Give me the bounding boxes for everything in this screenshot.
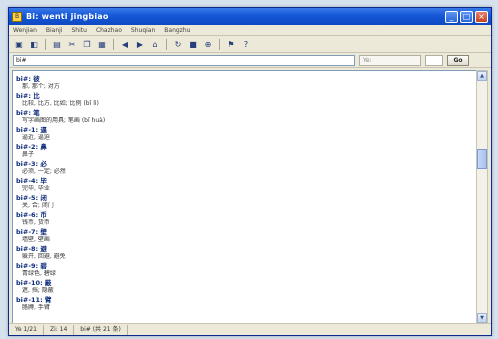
entry-title: bi#-8: 避: [16, 245, 47, 253]
refresh-icon[interactable]: ↻: [172, 38, 184, 50]
list-item[interactable]: bi#-4: 毕完毕, 毕业: [16, 177, 475, 193]
entry-body: 必须, 一定; 必然: [22, 168, 66, 175]
zoom-icon[interactable]: ⊕: [202, 38, 214, 50]
list-item[interactable]: bi#-1: 逼逼近, 逼迫: [16, 126, 475, 142]
dictionary-content: bi#: 彼那, 那个; 对方 bi#: 比比较, 比方, 比如; 比例 (bǐ…: [12, 70, 479, 324]
list-item[interactable]: bi#: 比比较, 比方, 比如; 比例 (bǐ lì): [16, 92, 475, 108]
entry-title: bi#: 彼: [16, 75, 40, 83]
status-page: Ye 1/21: [9, 324, 44, 335]
list-item[interactable]: bi#-3: 必必须, 一定; 必然: [16, 160, 475, 176]
entry-title: bi#-1: 逼: [16, 126, 47, 134]
menu-view[interactable]: Shitu: [72, 27, 87, 34]
maximize-button[interactable]: □: [460, 10, 473, 23]
entry-body: 比较, 比方, 比如; 比例 (bǐ lì): [22, 100, 99, 107]
list-item[interactable]: bi#-11: 臂胳膊, 手臂: [16, 296, 475, 312]
page-select[interactable]: Ye:: [359, 54, 421, 66]
stop-icon[interactable]: ■: [187, 38, 199, 50]
search-input[interactable]: [13, 54, 355, 66]
list-item[interactable]: bi#-2: 鼻鼻子: [16, 143, 475, 159]
toolbar-separator: [166, 38, 167, 50]
entry-title: bi#-3: 必: [16, 160, 47, 168]
entry-body: 青绿色, 碧绿: [22, 270, 56, 277]
menu-search[interactable]: Chazhao: [96, 27, 122, 34]
save-icon[interactable]: ◧: [28, 38, 40, 50]
entry-title: bi#-7: 壁: [16, 228, 47, 236]
entry-title: bi#-2: 鼻: [16, 143, 47, 151]
status-query: bi# (共 21 条): [74, 324, 128, 335]
entry-title: bi#-4: 毕: [16, 177, 47, 185]
list-item[interactable]: bi#-5: 闭关, 合; 闭门: [16, 194, 475, 210]
menu-file[interactable]: Wenjian: [13, 27, 37, 34]
entry-body: 完毕, 毕业: [22, 185, 50, 192]
list-item[interactable]: bi#-8: 避躲开, 回避, 避免: [16, 245, 475, 261]
entry-body: 那, 那个; 对方: [22, 83, 60, 90]
list-item[interactable]: bi#-9: 碧青绿色, 碧绿: [16, 262, 475, 278]
home-icon[interactable]: ⌂: [149, 38, 161, 50]
status-bar: Ye 1/21 Zi: 14 bi# (共 21 条): [9, 323, 491, 335]
entry-body: 逼近, 逼迫: [22, 134, 50, 141]
menu-help[interactable]: Bangzhu: [164, 27, 190, 34]
close-button[interactable]: ×: [475, 10, 488, 23]
list-item[interactable]: bi#-6: 币钱币, 货币: [16, 211, 475, 227]
list-item[interactable]: bi#: 彼那, 那个; 对方: [16, 75, 475, 91]
menu-bookmarks[interactable]: Shuqian: [131, 27, 155, 34]
entry-body: 写字画图的用具; 笔画 (bǐ huà): [22, 117, 106, 124]
bookmark-icon[interactable]: ⚑: [225, 38, 237, 50]
toolbar-separator: [113, 38, 114, 50]
entry-title: bi#: 比: [16, 92, 40, 100]
entry-title: bi#-5: 闭: [16, 194, 47, 202]
menu-edit[interactable]: Bianji: [46, 27, 63, 34]
window-title: Bi: wenti jingbiao: [26, 12, 109, 21]
minimize-button[interactable]: _: [445, 10, 458, 23]
back-icon[interactable]: ◀: [119, 38, 131, 50]
app-icon: B: [12, 11, 22, 22]
entry-title: bi#-11: 臂: [16, 296, 52, 304]
entry-title: bi#-6: 币: [16, 211, 47, 219]
cut-icon[interactable]: ✂: [66, 38, 78, 50]
entry-title: bi#-9: 碧: [16, 262, 47, 270]
toolbar-separator: [219, 38, 220, 50]
list-item[interactable]: bi#-7: 壁墙壁, 壁画: [16, 228, 475, 244]
search-bar: Ye: Go: [9, 53, 491, 68]
paste-icon[interactable]: ▦: [96, 38, 108, 50]
scroll-down-icon[interactable]: ▼: [477, 313, 487, 323]
forward-icon[interactable]: ▶: [134, 38, 146, 50]
copy-icon[interactable]: ❐: [81, 38, 93, 50]
scroll-thumb[interactable]: [477, 149, 487, 169]
list-item[interactable]: bi#: 笔写字画图的用具; 笔画 (bǐ huà): [16, 109, 475, 125]
entry-body: 胳膊, 手臂: [22, 304, 50, 311]
toolbar-separator: [45, 38, 46, 50]
entry-body: 鼻子: [22, 151, 35, 158]
entry-body: 躲开, 回避, 避免: [22, 253, 66, 260]
entry-body: 钱币, 货币: [22, 219, 50, 226]
status-count: Zi: 14: [44, 324, 75, 335]
scroll-up-icon[interactable]: ▲: [477, 71, 487, 81]
entry-body: 墙壁, 壁画: [22, 236, 50, 243]
entry-body: 关, 合; 闭门: [22, 202, 54, 209]
app-window: B Bi: wenti jingbiao _ □ × Wenjian Bianj…: [8, 7, 492, 336]
entry-body: 遮, 挡; 隐蔽: [22, 287, 54, 294]
go-button[interactable]: Go: [447, 54, 469, 66]
count-field[interactable]: [425, 54, 443, 66]
open-folder-icon[interactable]: ▣: [13, 38, 25, 50]
menu-bar: Wenjian Bianji Shitu Chazhao Shuqian Ban…: [9, 25, 491, 36]
entry-title: bi#-10: 蔽: [16, 279, 52, 287]
entry-title: bi#: 笔: [16, 109, 40, 117]
list-item[interactable]: bi#-10: 蔽遮, 挡; 隐蔽: [16, 279, 475, 295]
toolbar: ▣ ◧ ▤ ✂ ❐ ▦ ◀ ▶ ⌂ ↻ ■ ⊕ ⚑ ?: [9, 36, 491, 53]
vertical-scrollbar[interactable]: ▲ ▼: [476, 70, 488, 324]
help-icon[interactable]: ?: [240, 38, 252, 50]
print-icon[interactable]: ▤: [51, 38, 63, 50]
title-bar[interactable]: B Bi: wenti jingbiao _ □ ×: [9, 8, 491, 25]
